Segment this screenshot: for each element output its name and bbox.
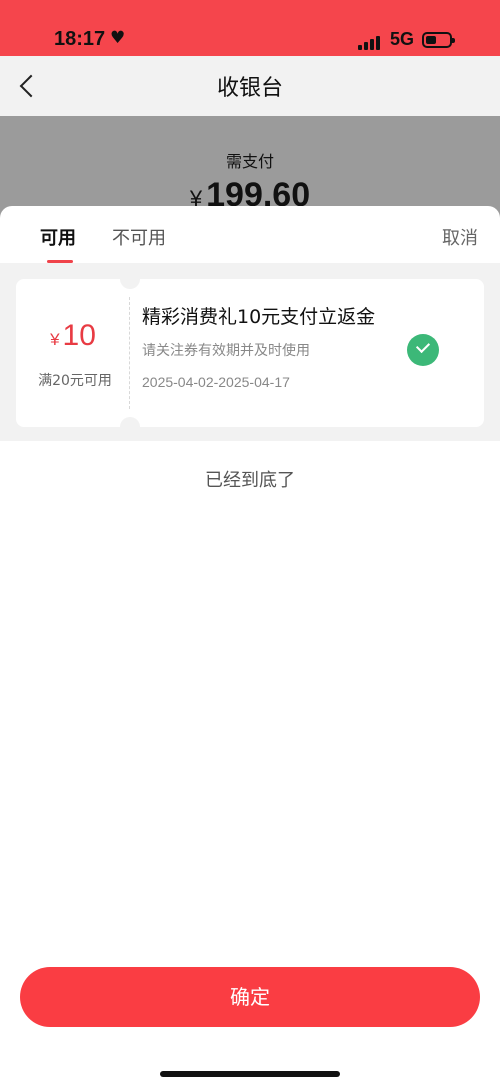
- status-time: 18:17: [54, 28, 106, 50]
- cancel-button[interactable]: 取消: [442, 224, 478, 250]
- network-label: 5G: [390, 29, 415, 49]
- coupon-note: 请关注券有效期并及时使用: [142, 343, 310, 359]
- battery-icon: [422, 32, 455, 48]
- signal-icon: [358, 34, 384, 50]
- check-icon[interactable]: [407, 334, 439, 366]
- coupon-currency: ¥: [50, 330, 60, 349]
- coupon-value: 10: [62, 319, 96, 352]
- coupon-validity: 2025-04-02-2025-04-17: [142, 374, 290, 390]
- coupon-title: 精彩消费礼10元支付立返金: [142, 306, 376, 328]
- coupon-amount: ¥10: [16, 319, 130, 353]
- heart-icon: ♥: [110, 28, 126, 48]
- tab-unavailable[interactable]: 不可用: [112, 224, 166, 250]
- coupon-sheet: 可用 不可用 取消 ¥10 满20元可用 精彩消费礼10元支付立返金 请关注券有…: [0, 206, 500, 1088]
- coupon-card[interactable]: ¥10 满20元可用 精彩消费礼10元支付立返金 请关注券有效期并及时使用 20…: [16, 269, 484, 437]
- nav-bar: 收银台: [0, 56, 500, 116]
- coupon-condition: 满20元可用: [38, 373, 112, 389]
- coupon-divider: [129, 297, 130, 409]
- tab-available[interactable]: 可用: [40, 224, 76, 250]
- home-indicator: [160, 1071, 340, 1077]
- page-title: 收银台: [216, 76, 283, 101]
- confirm-button[interactable]: 确定: [20, 967, 480, 1027]
- coupon-notch: [120, 269, 140, 289]
- amount-label: 需支付: [225, 152, 274, 171]
- coupon-list: ¥10 满20元可用 精彩消费礼10元支付立返金 请关注券有效期并及时使用 20…: [0, 263, 500, 441]
- coupon-notch: [120, 417, 140, 437]
- list-end-text: 已经到底了: [205, 470, 295, 491]
- status-bar: 18:17 ♥ 5G: [0, 0, 500, 56]
